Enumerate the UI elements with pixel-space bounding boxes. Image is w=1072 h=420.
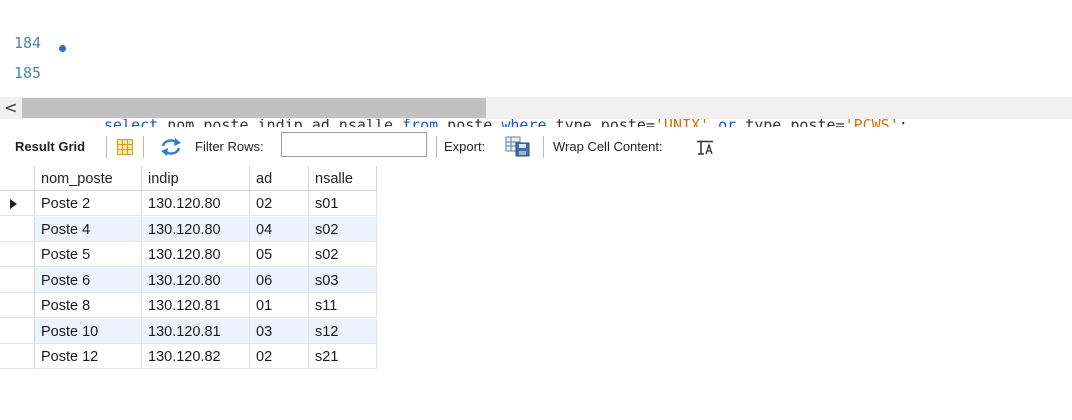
form-editor-icon[interactable] (116, 138, 134, 159)
statement-marker-icon (59, 45, 66, 52)
cell-nom-poste[interactable]: Poste 2 (35, 191, 142, 216)
table-row[interactable]: Poste 4 130.120.80 04 s02 (0, 216, 377, 242)
cell-nom-poste[interactable]: Poste 8 (35, 293, 142, 318)
row-selector[interactable] (0, 318, 35, 344)
toolbar-divider (106, 136, 107, 158)
cell-ad[interactable]: 04 (250, 216, 309, 242)
cell-indip[interactable]: 130.120.82 (142, 344, 250, 369)
editor-line[interactable]: 185 select nom_poste,indip,ad,nsalle fro… (0, 34, 1072, 134)
filter-rows-label: Filter Rows: (195, 139, 264, 154)
wrap-cell-content-label: Wrap Cell Content: (553, 139, 663, 154)
row-selector[interactable] (0, 344, 35, 369)
toolbar-divider (143, 136, 144, 158)
sql-editor[interactable]: 184 185 select nom_poste,indip,ad,nsalle… (0, 0, 1072, 134)
table-row[interactable]: Poste 10 130.120.81 03 s12 (0, 318, 377, 344)
row-selector[interactable] (0, 267, 35, 293)
table-row[interactable]: Poste 8 130.120.81 01 s11 (0, 293, 377, 318)
cell-nom-poste[interactable]: Poste 5 (35, 242, 142, 267)
cell-nsalle[interactable]: s02 (309, 242, 377, 267)
column-header-nom-poste[interactable]: nom_poste (35, 166, 142, 191)
cell-ad[interactable]: 02 (250, 191, 309, 216)
toolbar-divider (543, 136, 544, 158)
editor-horizontal-scrollbar[interactable]: < (0, 97, 1072, 119)
cell-indip[interactable]: 130.120.80 (142, 267, 250, 293)
column-header-indip[interactable]: indip (142, 166, 250, 191)
cell-nom-poste[interactable]: Poste 10 (35, 318, 142, 344)
scrollbar-thumb[interactable] (22, 98, 486, 118)
row-selector[interactable] (0, 191, 35, 216)
row-selector[interactable] (0, 293, 35, 318)
cell-indip[interactable]: 130.120.80 (142, 216, 250, 242)
cell-nom-poste[interactable]: Poste 6 (35, 267, 142, 293)
toolbar-divider (436, 136, 437, 158)
editor-line: 184 (0, 4, 41, 52)
editor-line: 186 (0, 66, 41, 114)
cell-indip[interactable]: 130.120.81 (142, 293, 250, 318)
cell-indip[interactable]: 130.120.80 (142, 191, 250, 216)
export-icon[interactable] (505, 135, 531, 160)
export-label: Export: (444, 139, 486, 154)
cell-indip[interactable]: 130.120.80 (142, 242, 250, 267)
grid-header-row: nom_poste indip ad nsalle (0, 166, 377, 191)
cell-ad[interactable]: 03 (250, 318, 309, 344)
cell-ad[interactable]: 06 (250, 267, 309, 293)
table-row[interactable]: Poste 5 130.120.80 05 s02 (0, 242, 377, 267)
cell-nom-poste[interactable]: Poste 4 (35, 216, 142, 242)
cell-nsalle[interactable]: s21 (309, 344, 377, 369)
cell-nsalle[interactable]: s01 (309, 191, 377, 216)
cell-indip[interactable]: 130.120.81 (142, 318, 250, 344)
column-header-nsalle[interactable]: nsalle (309, 166, 377, 191)
cell-nsalle[interactable]: s11 (309, 293, 377, 318)
cell-nom-poste[interactable]: Poste 12 (35, 344, 142, 369)
row-header-corner (0, 166, 35, 191)
cell-nsalle[interactable]: s03 (309, 267, 377, 293)
filter-rows-input[interactable] (281, 132, 427, 157)
cell-nsalle[interactable]: s12 (309, 318, 377, 344)
table-row[interactable]: Poste 6 130.120.80 06 s03 (0, 267, 377, 293)
current-row-icon (10, 199, 17, 209)
result-toolbar: Result Grid Filter Rows: Export: Wrap Ce… (0, 127, 1072, 165)
refresh-icon[interactable] (160, 137, 182, 160)
cell-ad[interactable]: 02 (250, 344, 309, 369)
row-selector[interactable] (0, 242, 35, 267)
column-header-ad[interactable]: ad (250, 166, 309, 191)
wrap-text-icon[interactable] (696, 140, 714, 159)
cell-ad[interactable]: 01 (250, 293, 309, 318)
cell-nsalle[interactable]: s02 (309, 216, 377, 242)
cell-ad[interactable]: 05 (250, 242, 309, 267)
scroll-left-arrow[interactable]: < (4, 98, 17, 117)
table-row[interactable]: Poste 12 130.120.82 02 s21 (0, 344, 377, 369)
table-row[interactable]: Poste 2 130.120.80 02 s01 (0, 191, 377, 216)
row-selector[interactable] (0, 216, 35, 242)
tab-result-grid[interactable]: Result Grid (15, 127, 85, 165)
